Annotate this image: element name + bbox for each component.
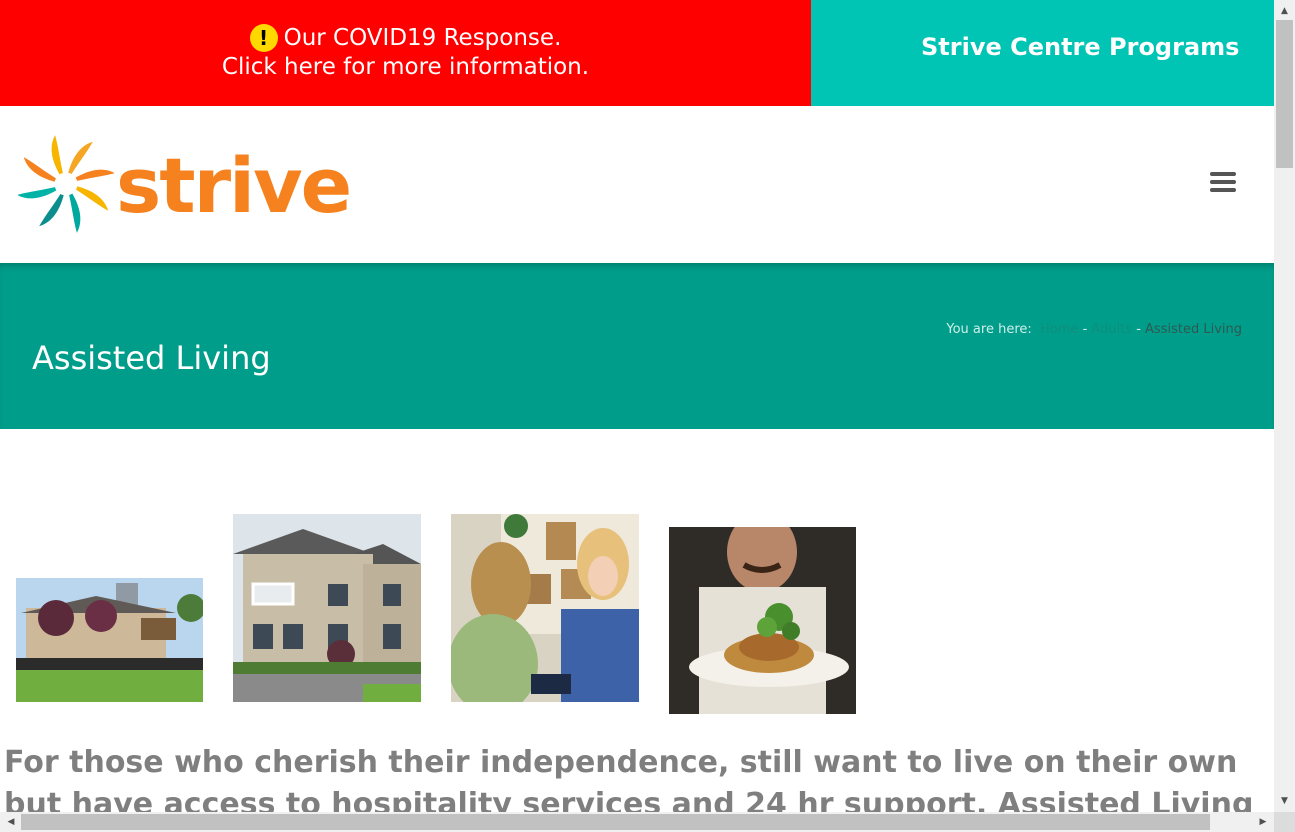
breadcrumb-separator: - bbox=[1082, 322, 1088, 337]
breadcrumb-adults-link[interactable]: Adults bbox=[1091, 322, 1132, 337]
page-viewport: ! Our COVID19 Response. Click here for mo… bbox=[0, 0, 1274, 812]
breadcrumb-separator: - bbox=[1136, 322, 1141, 337]
page-title-band: Assisted Living You are here: Home - Adu… bbox=[0, 263, 1274, 429]
breadcrumb: You are here: Home - Adults - Assisted L… bbox=[946, 321, 1242, 339]
site-header: strive bbox=[0, 106, 1274, 263]
pinwheel-logo-icon bbox=[18, 135, 114, 233]
scroll-down-arrow-icon[interactable]: ▼ bbox=[1274, 792, 1295, 810]
horizontal-scrollbar[interactable]: ◀ ▶ bbox=[0, 812, 1274, 832]
scroll-up-arrow-icon[interactable]: ▲ bbox=[1274, 2, 1295, 20]
nurse-visit-photo[interactable] bbox=[451, 514, 639, 702]
programs-label: Strive Centre Programs bbox=[921, 33, 1240, 61]
residence-building-photo[interactable] bbox=[233, 514, 421, 702]
covid-line-1-text: Our COVID19 Response. bbox=[283, 25, 562, 51]
strive-centre-programs-link[interactable]: Strive Centre Programs bbox=[811, 0, 1274, 106]
intro-paragraph: For those who cherish their independence… bbox=[4, 745, 1254, 812]
vertical-scrollbar[interactable]: ▲ ▼ bbox=[1274, 0, 1295, 812]
building-exterior-photo[interactable] bbox=[16, 578, 203, 702]
logo-wordmark: strive bbox=[116, 141, 352, 230]
breadcrumb-home-link[interactable]: Home bbox=[1040, 322, 1078, 337]
scrollbar-corner bbox=[1274, 812, 1295, 832]
hamburger-menu-icon[interactable] bbox=[1210, 172, 1236, 194]
covid-line-2: Click here for more information. bbox=[221, 54, 590, 80]
breadcrumb-prefix: You are here: bbox=[946, 322, 1032, 337]
breadcrumb-current: Assisted Living bbox=[1145, 322, 1242, 337]
page-title: Assisted Living bbox=[32, 339, 271, 378]
exclamation-circle-icon: ! bbox=[249, 24, 278, 52]
chef-plated-meal-photo[interactable] bbox=[669, 527, 856, 714]
horizontal-scroll-thumb[interactable] bbox=[21, 814, 1210, 830]
covid-line-1: ! Our COVID19 Response. bbox=[0, 24, 811, 52]
strive-logo[interactable]: strive bbox=[18, 134, 358, 234]
scroll-left-arrow-icon[interactable]: ◀ bbox=[2, 812, 20, 832]
scroll-right-arrow-icon[interactable]: ▶ bbox=[1254, 812, 1272, 832]
vertical-scroll-thumb[interactable] bbox=[1276, 20, 1293, 168]
covid-response-banner[interactable]: ! Our COVID19 Response. Click here for mo… bbox=[0, 0, 811, 106]
